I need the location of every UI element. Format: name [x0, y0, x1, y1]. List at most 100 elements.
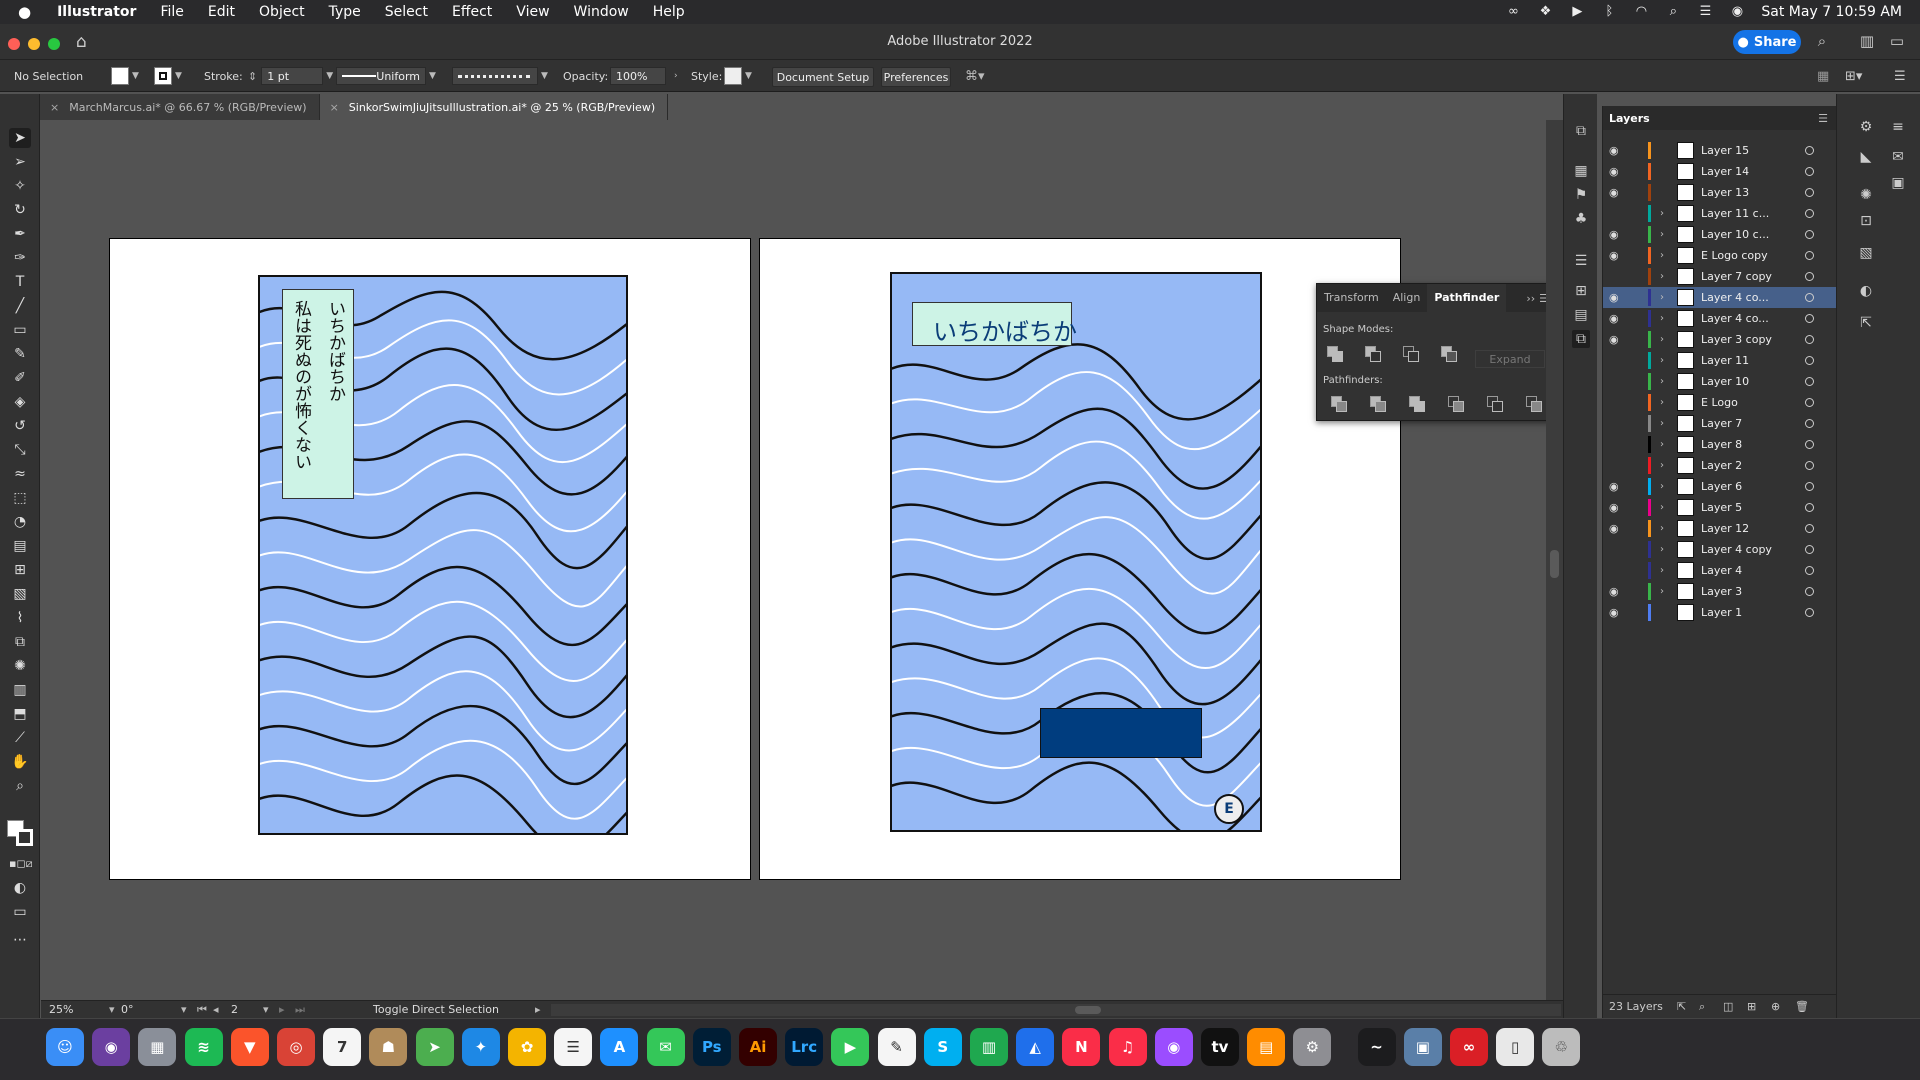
- expand-layer-chevron-icon[interactable]: ›: [1660, 313, 1664, 324]
- brave-icon[interactable]: ▼: [230, 1028, 269, 1066]
- expand-layer-chevron-icon[interactable]: ›: [1660, 229, 1664, 240]
- first-artboard-icon[interactable]: ⏮: [197, 1003, 207, 1017]
- layer-row[interactable]: ◉ › Layer 4 co...: [1603, 308, 1837, 329]
- screen-mode-icon[interactable]: ▭: [9, 902, 31, 922]
- close-tab-icon[interactable]: ×: [330, 101, 339, 114]
- menu-help[interactable]: Help: [641, 4, 697, 20]
- style-dropdown-icon[interactable]: ▼: [745, 71, 752, 81]
- graphic-style-control[interactable]: ▼: [724, 67, 752, 85]
- layer-row[interactable]: ◉ Layer 13: [1603, 182, 1837, 203]
- layer-row[interactable]: › Layer 4: [1603, 560, 1837, 581]
- dropbox-tray-icon[interactable]: ❖: [1537, 5, 1553, 19]
- zoom-level-field[interactable]: 25%: [49, 1003, 73, 1016]
- layer-target-icon[interactable]: [1805, 293, 1814, 302]
- locate-object-icon[interactable]: ⌕: [1699, 1000, 1705, 1014]
- mesh-tool-icon[interactable]: ⊞: [9, 560, 31, 580]
- layer-row[interactable]: ◉ › Layer 12: [1603, 518, 1837, 539]
- contacts-icon[interactable]: ☗: [369, 1028, 408, 1066]
- horizontal-scrollbar[interactable]: [551, 1004, 1561, 1016]
- reminders-icon[interactable]: ☰: [554, 1028, 593, 1066]
- calendar-icon[interactable]: 7: [323, 1028, 362, 1066]
- documents-folder-icon[interactable]: ▯: [1496, 1028, 1535, 1066]
- links-panel-icon[interactable]: ⇱: [1857, 314, 1875, 332]
- rectangle-tool-icon[interactable]: ▭: [9, 320, 31, 340]
- numbers-icon[interactable]: ▥: [970, 1028, 1008, 1066]
- expand-layer-chevron-icon[interactable]: ›: [1660, 544, 1664, 555]
- gradient-tool-icon[interactable]: ▧: [9, 584, 31, 604]
- document-setup-button[interactable]: Document Setup: [772, 67, 874, 87]
- layer-target-icon[interactable]: [1805, 314, 1814, 323]
- next-artboard-icon[interactable]: ▸: [279, 1003, 285, 1016]
- layers-panel-title[interactable]: Layers: [1609, 112, 1650, 125]
- stroke-swatch[interactable]: [154, 67, 172, 85]
- menu-effect[interactable]: Effect: [440, 4, 504, 20]
- artboard-tool-icon[interactable]: ⬒: [9, 704, 31, 724]
- new-layer-icon[interactable]: ⊕: [1771, 1000, 1780, 1013]
- facetime-icon[interactable]: ▶: [831, 1028, 870, 1066]
- trim-icon[interactable]: [1370, 396, 1386, 412]
- properties-strip-icon[interactable]: ≡: [1889, 118, 1907, 136]
- layer-row[interactable]: ◉ › E Logo copy: [1603, 245, 1837, 266]
- preview-icon[interactable]: ▣: [1403, 1028, 1442, 1066]
- maps-icon[interactable]: ➤: [415, 1028, 454, 1066]
- symbol-sprayer-tool-icon[interactable]: ✺: [9, 656, 31, 676]
- safari-icon[interactable]: ✦: [461, 1028, 500, 1066]
- layer-name[interactable]: Layer 3 copy: [1701, 333, 1772, 346]
- expand-layer-chevron-icon[interactable]: ›: [1660, 208, 1664, 219]
- column-graph-tool-icon[interactable]: ▥: [9, 680, 31, 700]
- wifi-icon[interactable]: ◠: [1633, 5, 1649, 19]
- preferences-button[interactable]: Preferences: [881, 67, 951, 87]
- menu-window[interactable]: Window: [562, 4, 641, 20]
- layer-name[interactable]: Layer 14: [1701, 165, 1749, 178]
- stroke-stepper-icon[interactable]: ⇕: [248, 70, 257, 83]
- layer-row[interactable]: › E Logo: [1603, 392, 1837, 413]
- edit-toolbar-icon[interactable]: ⋯: [9, 930, 31, 950]
- chrome-icon[interactable]: ◎: [277, 1028, 315, 1066]
- eye-visible-icon[interactable]: ◉: [1609, 291, 1623, 304]
- rotation-dropdown-icon[interactable]: ▾: [181, 1003, 187, 1016]
- slice-tool-icon[interactable]: ⟋: [9, 728, 31, 748]
- selection-tool-icon[interactable]: ➤: [9, 128, 31, 148]
- brushes-panel-icon[interactable]: ✺: [1857, 186, 1875, 204]
- e-logo-badge-icon[interactable]: E: [1214, 794, 1244, 824]
- opacity-control[interactable]: 100% ›: [610, 67, 678, 85]
- layer-target-icon[interactable]: [1805, 503, 1814, 512]
- layer-target-icon[interactable]: [1805, 545, 1814, 554]
- control-bar-menu-icon[interactable]: ☰: [1894, 67, 1906, 85]
- style-swatch[interactable]: [724, 67, 742, 85]
- curvature-tool-icon[interactable]: ✑: [9, 248, 31, 268]
- layer-target-icon[interactable]: [1805, 524, 1814, 533]
- variable-width-profile[interactable]: Uniform ▼: [336, 67, 436, 85]
- spotify-icon[interactable]: ≋: [184, 1028, 223, 1066]
- drawing-mode-icon[interactable]: ◐: [9, 878, 31, 898]
- expand-layer-chevron-icon[interactable]: ›: [1660, 460, 1664, 471]
- layer-name[interactable]: E Logo: [1701, 396, 1738, 409]
- color-guide-icon[interactable]: ◣: [1857, 148, 1875, 166]
- layer-name[interactable]: Layer 4: [1701, 564, 1742, 577]
- layer-name[interactable]: Layer 1: [1701, 606, 1742, 619]
- layer-name[interactable]: Layer 3: [1701, 585, 1742, 598]
- eye-visible-icon[interactable]: ◉: [1609, 165, 1623, 178]
- layer-row[interactable]: › Layer 2: [1603, 455, 1837, 476]
- media-play-tray-icon[interactable]: ▶: [1569, 5, 1585, 19]
- appstore-icon[interactable]: A: [600, 1028, 639, 1066]
- appletv-icon[interactable]: tv: [1201, 1028, 1239, 1066]
- layer-name[interactable]: Layer 7: [1701, 417, 1742, 430]
- layer-name[interactable]: Layer 4 co...: [1701, 291, 1769, 304]
- music-icon[interactable]: ♫: [1108, 1028, 1147, 1066]
- eye-visible-icon[interactable]: ◉: [1609, 501, 1623, 514]
- transparency-panel-icon[interactable]: ⊡: [1857, 212, 1875, 230]
- expand-layer-chevron-icon[interactable]: ›: [1660, 250, 1664, 261]
- layers-panel-menu-icon[interactable]: ☰: [1818, 112, 1836, 125]
- free-transform-tool-icon[interactable]: ⬚: [9, 488, 31, 508]
- news-icon[interactable]: N: [1062, 1028, 1101, 1066]
- eye-visible-icon[interactable]: ◉: [1609, 249, 1623, 262]
- close-tab-icon[interactable]: ×: [50, 101, 59, 114]
- layer-row[interactable]: ◉ Layer 1: [1603, 602, 1837, 623]
- outline-icon[interactable]: [1487, 396, 1503, 412]
- profile-field[interactable]: Uniform: [336, 67, 426, 85]
- layer-target-icon[interactable]: [1805, 272, 1814, 281]
- eye-visible-icon[interactable]: ◉: [1609, 312, 1623, 325]
- layer-row[interactable]: ◉ › Layer 6: [1603, 476, 1837, 497]
- expand-layer-chevron-icon[interactable]: ›: [1660, 439, 1664, 450]
